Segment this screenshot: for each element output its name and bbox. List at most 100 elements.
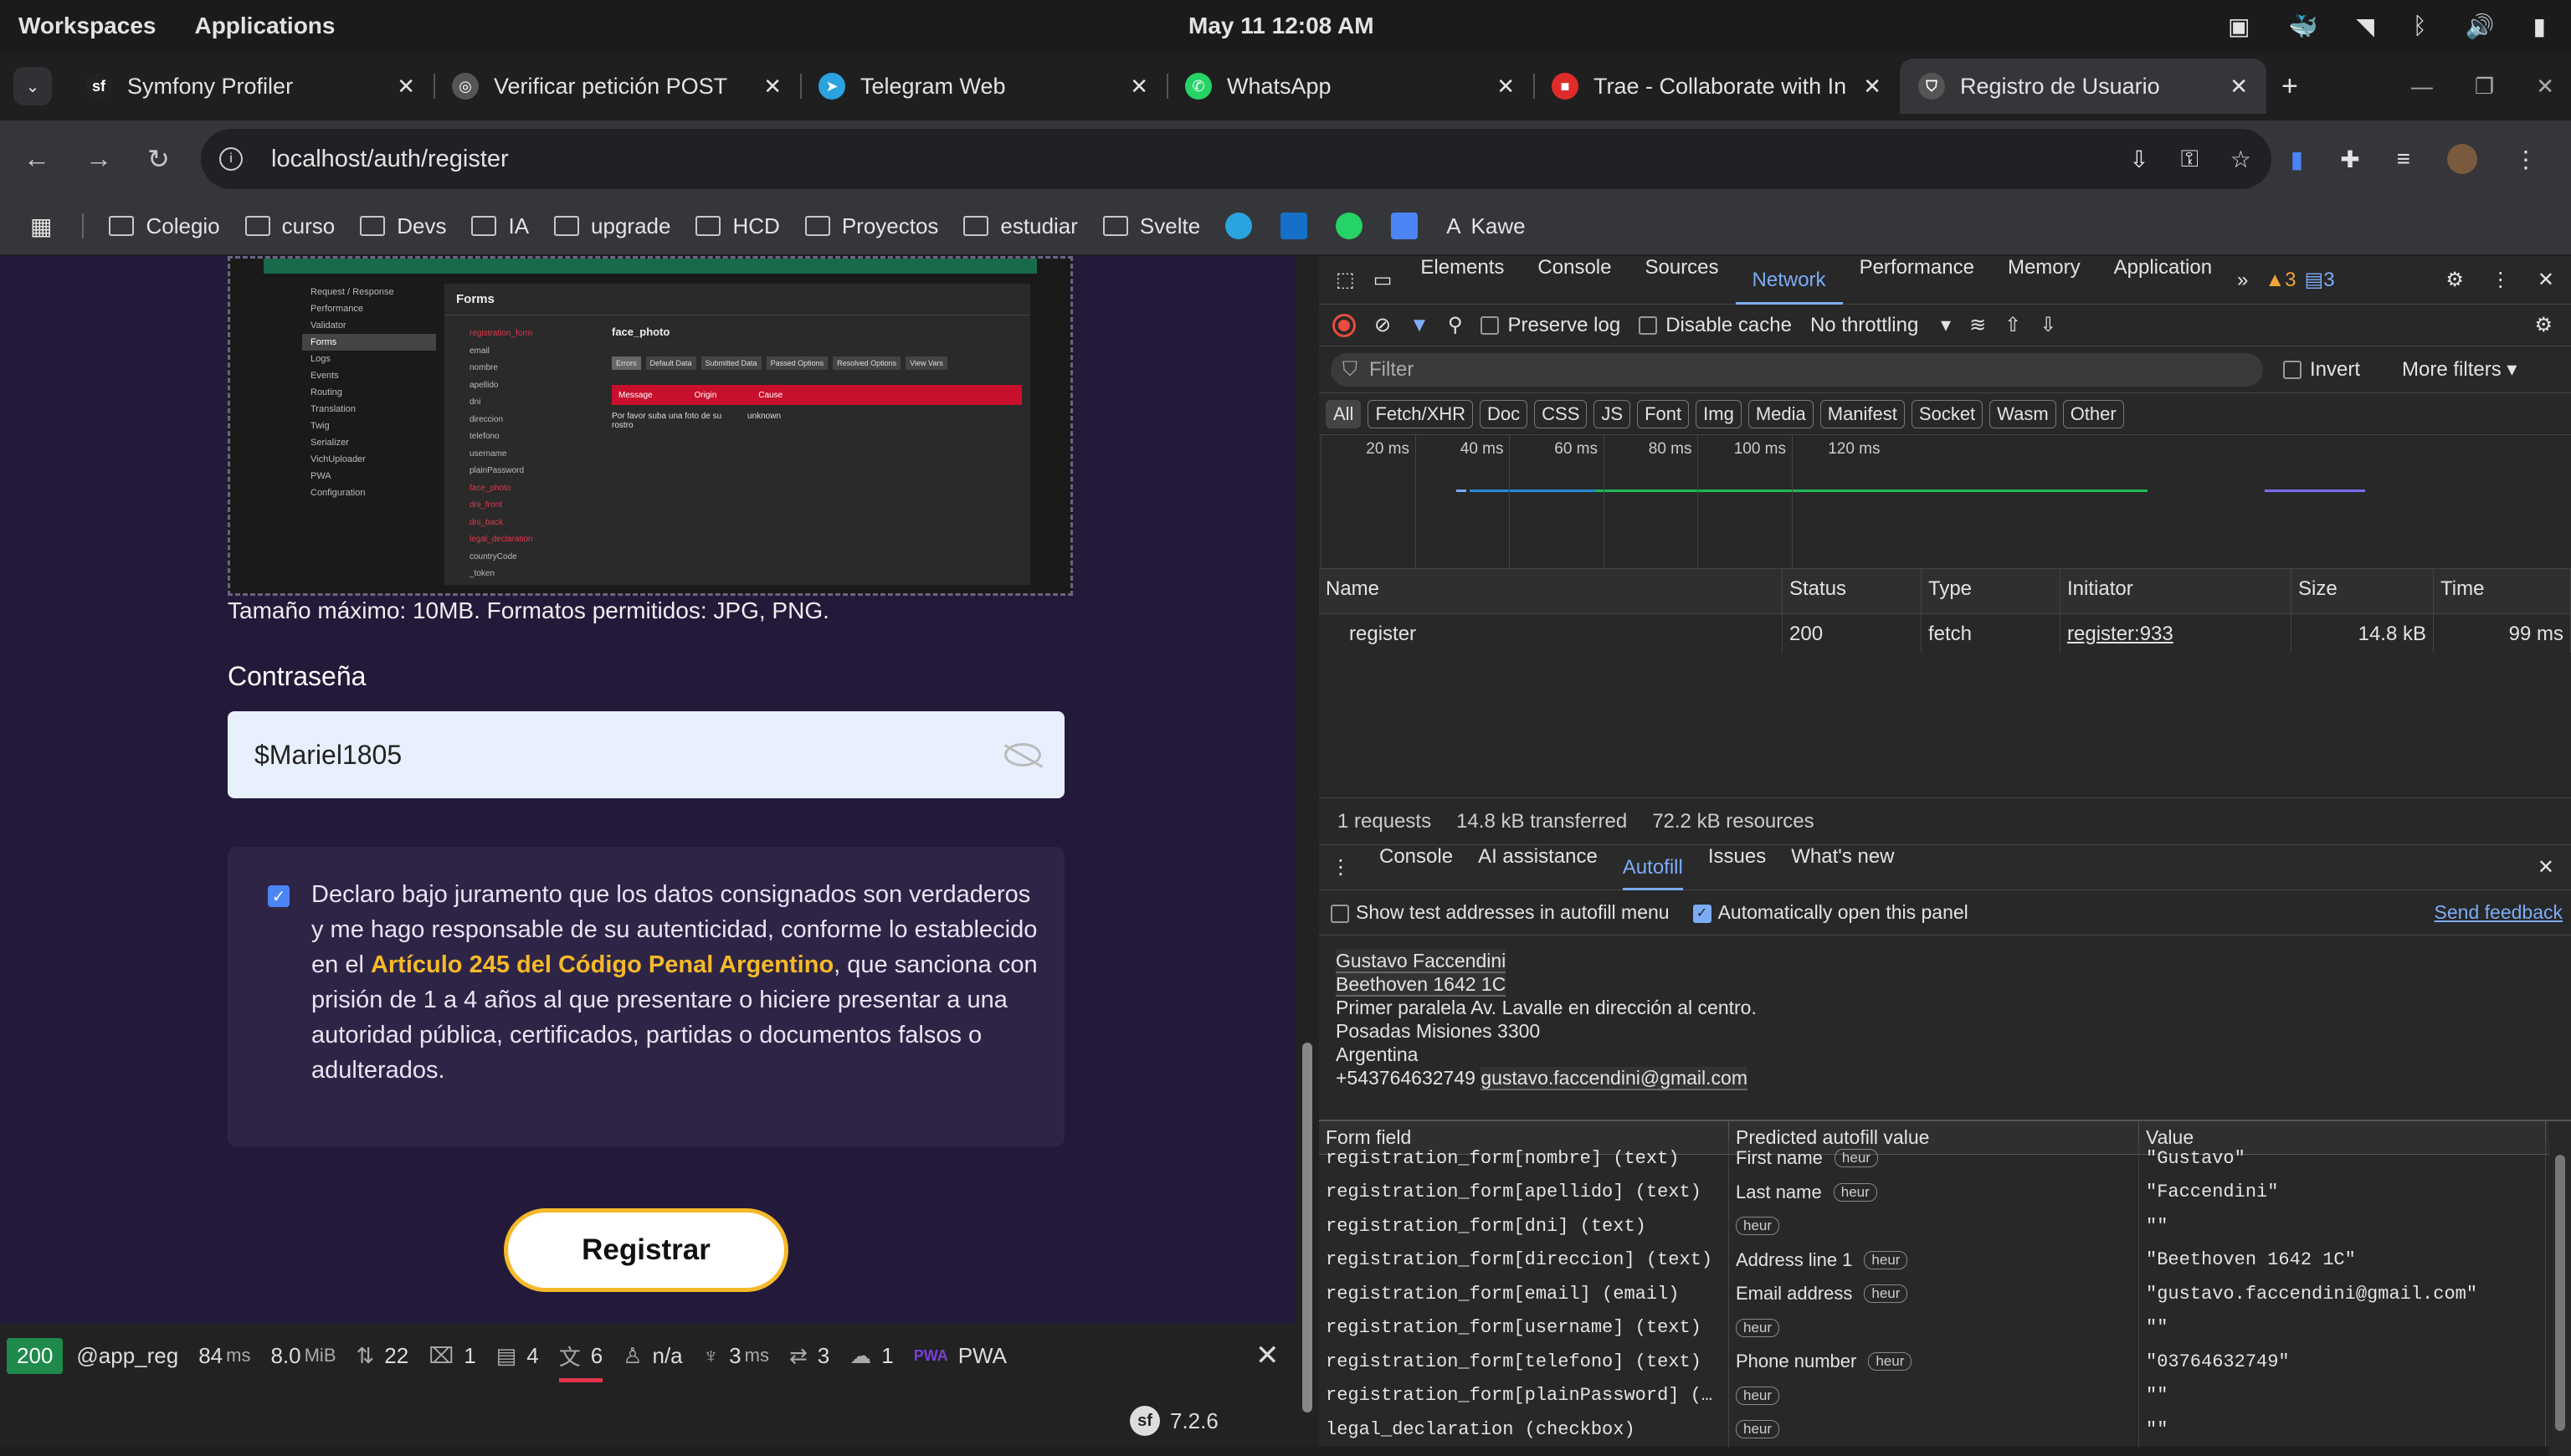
tab-search-button[interactable]: ⌄ [13,67,52,105]
devtools-tab-sources[interactable]: Sources [1628,256,1735,305]
apps-grid-icon[interactable]: ▦ [30,213,52,240]
bookmark-folder[interactable]: HCD [695,213,780,239]
devtools-menu-icon[interactable]: ⋮ [2491,268,2511,292]
tab-close-icon[interactable]: ✕ [397,74,415,100]
scrollbar-thumb[interactable] [1302,1043,1312,1412]
column-header-name[interactable]: Name [1319,569,1783,613]
network-settings-icon[interactable]: ⚙ [2534,313,2553,337]
filter-input[interactable]: ⛉ Filter [1331,352,2263,387]
logs-item[interactable]: ⌧ 1 [428,1343,475,1369]
bookmark-folder[interactable]: Proyectos [804,213,938,239]
new-tab-button[interactable]: + [2281,70,2298,103]
drawer-tab-console[interactable]: Console [1379,845,1453,890]
docker-icon[interactable]: 🐳 [2288,13,2317,40]
column-header-size[interactable]: Size [2291,569,2434,613]
telegram-bookmark-icon[interactable] [1225,213,1253,239]
devtools-tab-performance[interactable]: Performance [1843,256,1991,305]
route-item[interactable]: @app_reg [76,1343,178,1369]
inspect-icon[interactable]: ⬚ [1336,268,1355,292]
memory-item[interactable]: 8.0 MiB [270,1343,336,1369]
security-item[interactable]: ♙ n/a [623,1343,682,1369]
bookmark-folder[interactable]: Svelte [1102,213,1200,239]
column-header-initiator[interactable]: Initiator [2060,569,2291,613]
type-filter-img[interactable]: Img [1696,399,1742,428]
avatar[interactable] [2447,144,2477,174]
bookmark-star-icon[interactable]: ☆ [2230,146,2251,173]
workspaces-button[interactable]: Workspaces [18,13,156,39]
search-icon[interactable]: ⚲ [1448,313,1463,337]
drawer-tab-ai-assistance[interactable]: AI assistance [1478,845,1598,890]
register-button[interactable]: Registrar [504,1208,788,1292]
close-window-button[interactable]: ✕ [2536,74,2554,100]
settings-gear-icon[interactable]: ⚙ [2445,268,2464,292]
type-filter-socket[interactable]: Socket [1911,399,1983,428]
type-filter-doc[interactable]: Doc [1480,399,1528,428]
waterfall-overview[interactable]: 20 ms 40 ms 60 ms 80 ms 100 ms 120 ms [1319,435,2571,569]
menu-icon[interactable]: ⋮ [2514,146,2538,173]
symfony-version[interactable]: sf 7.2.6 [1130,1406,1219,1436]
legal-declaration-checkbox[interactable]: ✓ [268,885,290,907]
tab-close-icon[interactable]: ✕ [1863,74,1881,100]
messages-badge[interactable]: ▤3 [2305,268,2335,292]
network-conditions-icon[interactable]: ≋ [1969,313,1986,337]
column-header-status[interactable]: Status [1783,569,1922,613]
record-icon[interactable] [1332,313,1356,337]
devtools-tab-network[interactable]: Network [1735,269,1843,305]
auto-open-checkbox[interactable]: ✓ Automatically open this panel [1692,901,1968,924]
pwa-item[interactable]: PWA PWA [914,1343,1007,1369]
reload-icon[interactable]: ↻ [147,143,170,175]
export-har-icon[interactable]: ⇩ [2040,313,2056,337]
devtools-tab-memory[interactable]: Memory [1991,256,2097,305]
clock[interactable]: May 11 12:08 AM [1188,13,1374,39]
type-filter-wasm[interactable]: Wasm [1989,399,2056,428]
password-input[interactable]: $Mariel1805 [228,711,1065,798]
screen-icon[interactable]: ▣ [2228,13,2250,40]
penal-code-link[interactable]: Artículo 245 del Código Penal Argentino [371,951,834,978]
autofill-scrollbar[interactable] [2549,1121,2571,1456]
bookmark-folder[interactable]: estudiar [963,213,1078,239]
applications-button[interactable]: Applications [194,13,335,39]
more-tabs-icon[interactable]: » [2237,269,2248,292]
devtools-tab-application[interactable]: Application [2097,256,2229,305]
type-filter-js[interactable]: JS [1593,399,1631,428]
page-scrollbar[interactable] [1296,256,1319,1446]
warnings-badge[interactable]: ▲3 [2265,269,2296,292]
type-filter-font[interactable]: Font [1637,399,1690,428]
more-filters-dropdown[interactable]: More filters ▾ [2402,357,2517,382]
volume-icon[interactable]: 🔊 [2466,13,2495,40]
forms-item[interactable]: ▤ 4 [496,1343,539,1369]
devtools-tab-elements[interactable]: Elements [1404,256,1521,305]
hide-password-icon[interactable] [1004,743,1041,766]
kawe-bookmark[interactable]: A Kawe [1446,213,1525,239]
twig-item[interactable]: ♆ 3 ms [703,1343,769,1369]
send-feedback-link[interactable]: Send feedback [2435,901,2563,924]
bookmark-folder[interactable]: IA [471,213,529,239]
outlook-bookmark-icon[interactable] [1280,213,1308,239]
preserve-log-checkbox[interactable]: Preserve log [1481,314,1620,337]
drawer-tab-autofill[interactable]: Autofill [1622,856,1683,890]
cell-initiator[interactable]: register:933 [2060,614,2291,653]
url-text[interactable]: localhost/auth/register [271,146,509,173]
wifi-icon[interactable]: ◥ [2356,13,2374,40]
column-header-type[interactable]: Type [1922,569,2060,613]
drawer-tab-what-s-new[interactable]: What's new [1791,845,1894,890]
column-header-time[interactable]: Time [2434,569,2571,613]
omnibox[interactable]: i localhost/auth/register ⇩ ⚿ ☆ [201,129,2271,189]
bookmark-folder[interactable]: Colegio [109,213,220,239]
minimize-button[interactable]: — [2411,74,2433,100]
import-har-icon[interactable]: ⇧ [2004,313,2021,337]
bookmark-folder[interactable]: upgrade [554,213,670,239]
browser-tab[interactable]: ⛉ Registro de Usuario ✕ [1900,59,2266,114]
invert-checkbox[interactable]: Invert [2283,358,2360,382]
close-drawer-icon[interactable]: ✕ [2538,855,2554,879]
whatsapp-bookmark-icon[interactable] [1336,213,1363,239]
bluetooth-icon[interactable]: ᛒ [2413,13,2427,39]
maximize-button[interactable]: ❐ [2475,74,2494,100]
browser-tab[interactable]: ■ Trae - Collaborate with In ✕ [1533,59,1900,114]
drawer-tab-issues[interactable]: Issues [1708,845,1766,890]
translate-bookmark-icon[interactable] [1391,213,1419,239]
type-filter-other[interactable]: Other [2062,399,2124,428]
cache-item[interactable]: ☁ 1 [849,1343,893,1369]
status-badge[interactable]: 200 [7,1337,64,1374]
extension-icon-1[interactable]: ▮ [2291,146,2303,173]
